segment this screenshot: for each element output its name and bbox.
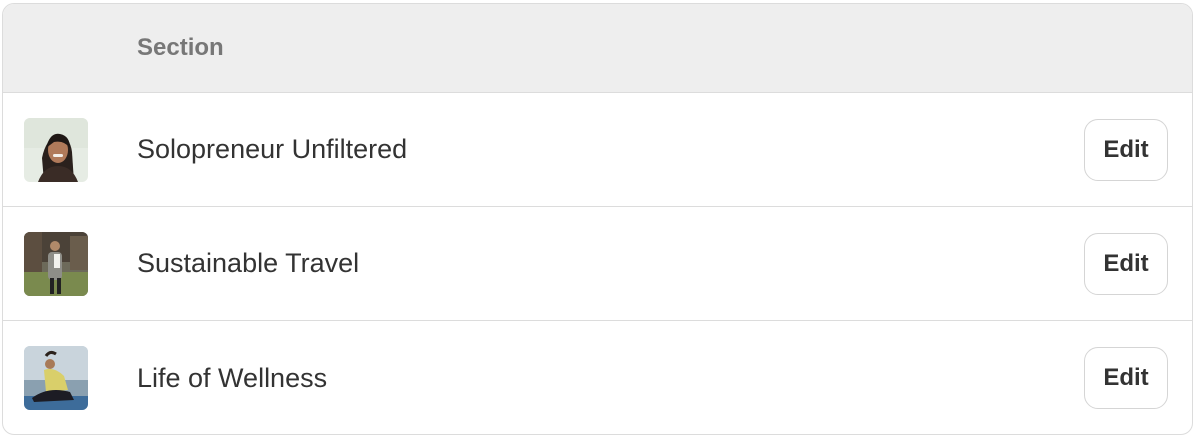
section-thumbnail	[24, 346, 88, 410]
section-thumbnail	[24, 117, 88, 182]
section-title: Sustainable Travel	[137, 248, 360, 278]
section-title: Life of Wellness	[137, 362, 328, 393]
table-row: Life of Wellness Edit	[3, 321, 1192, 434]
edit-button[interactable]: Edit	[1084, 232, 1168, 295]
table-row: Sustainable Travel Edit	[3, 207, 1192, 321]
edit-button[interactable]: Edit	[1084, 118, 1168, 181]
section-column-header: Section	[137, 34, 224, 61]
section-title: Solopreneur Unfiltered	[137, 134, 408, 164]
edit-button[interactable]: Edit	[1084, 347, 1168, 409]
sections-table: Section Solopreneur Unfiltered Edit Sust…	[2, 3, 1193, 435]
table-row: Solopreneur Unfiltered Edit	[3, 93, 1192, 207]
table-header: Section	[3, 4, 1192, 93]
section-thumbnail	[24, 231, 88, 296]
